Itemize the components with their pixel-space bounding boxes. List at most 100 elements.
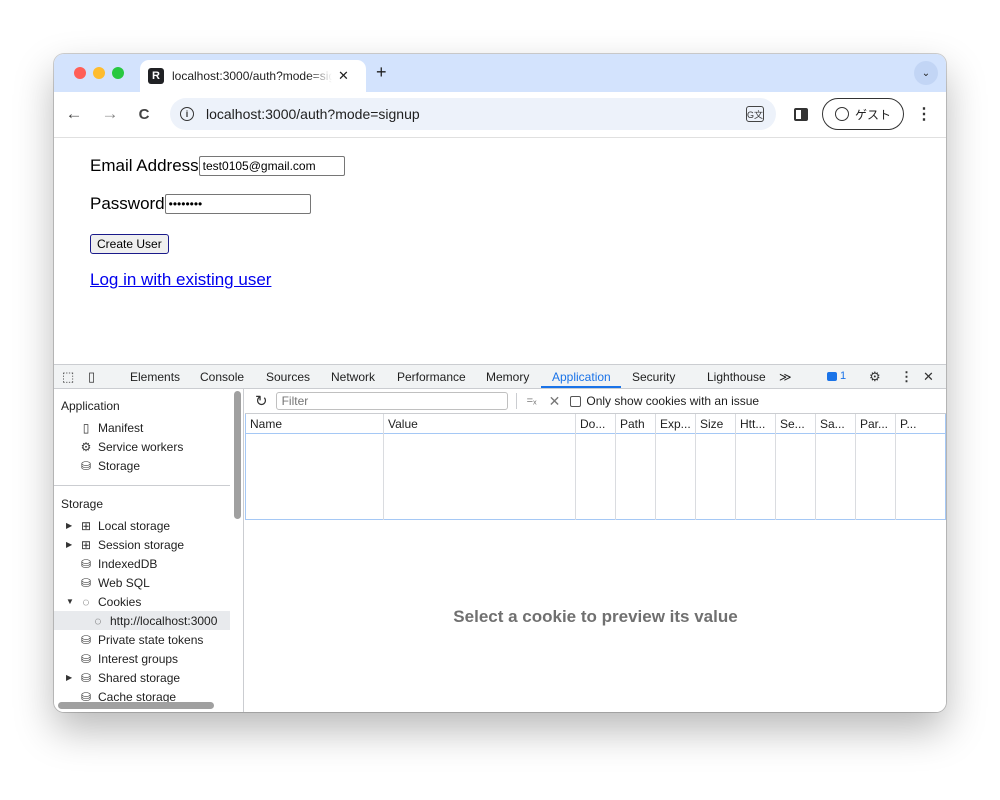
tab-application[interactable]: Application <box>552 370 611 384</box>
settings-gear-icon[interactable]: ⚙ <box>869 369 881 385</box>
only-issues-checkbox[interactable] <box>570 395 582 407</box>
tab-sources[interactable]: Sources <box>266 370 310 384</box>
column-size: Size <box>696 414 736 520</box>
reload-button[interactable]: C <box>132 102 156 126</box>
cookie-icon: ◌ <box>82 594 90 609</box>
column-value: Value <box>384 414 576 520</box>
tab-console[interactable]: Console <box>200 370 244 384</box>
sidebar-item-label: Storage <box>98 458 141 473</box>
column-header[interactable]: Path <box>616 414 655 434</box>
more-tabs-icon[interactable]: ≫ <box>779 370 792 384</box>
database-icon: ⛁ <box>80 556 92 571</box>
expand-arrow-icon[interactable]: ▶ <box>66 540 78 549</box>
clear-all-cookies-icon[interactable]: ✕ <box>549 393 561 410</box>
sidebar-item-storage[interactable]: ⛁ Storage <box>66 456 241 475</box>
url-text[interactable]: localhost:3000/auth?mode=signup <box>206 106 420 122</box>
sidebar-item-interest-groups[interactable]: ⛁ Interest groups <box>66 649 241 668</box>
tab-performance[interactable]: Performance <box>397 370 466 384</box>
new-tab-button[interactable]: + <box>376 62 387 83</box>
sidebar-item-service-workers[interactable]: ⚙ Service workers <box>66 437 241 456</box>
column-header[interactable]: Htt... <box>736 414 775 434</box>
issues-icon <box>827 371 837 381</box>
browser-menu-icon[interactable]: ⋮ <box>916 104 932 124</box>
back-button[interactable]: ← <box>62 102 86 126</box>
close-window-button[interactable] <box>74 67 86 79</box>
expand-arrow-icon[interactable]: ▶ <box>66 521 78 530</box>
column-header[interactable]: P... <box>896 414 945 434</box>
close-devtools-icon[interactable]: ✕ <box>923 369 934 385</box>
sidebar-item-cookies[interactable]: ▼ ◌ Cookies <box>66 592 241 611</box>
column-header[interactable]: Sa... <box>816 414 855 434</box>
column-header[interactable]: Exp... <box>656 414 695 434</box>
table-icon: ⊞ <box>80 518 92 533</box>
zoom-window-button[interactable] <box>112 67 124 79</box>
column-header[interactable]: Name <box>246 414 383 434</box>
tab-lighthouse[interactable]: Lighthouse <box>707 370 766 384</box>
sidebar-item-shared-storage[interactable]: ▶ ⛁ Shared storage <box>66 668 241 687</box>
cookie-filter-input[interactable] <box>275 392 508 410</box>
tab-title: localhost:3000/auth?mode=signup <box>172 69 332 83</box>
column-header[interactable]: Do... <box>576 414 615 434</box>
profile-icon <box>834 107 849 121</box>
issues-badge[interactable]: 1 <box>827 370 846 382</box>
sidebar-item-session-storage[interactable]: ▶ ⊞ Session storage <box>66 535 241 554</box>
database-icon: ⛁ <box>80 632 92 647</box>
column-expires: Exp... <box>656 414 696 520</box>
device-toolbar-icon[interactable]: ▯ <box>88 369 95 385</box>
sidebar-item-label: Local storage <box>98 518 171 533</box>
login-existing-user-link[interactable]: Log in with existing user <box>90 270 271 290</box>
tab-network[interactable]: Network <box>331 370 375 384</box>
profile-button[interactable]: ゲスト <box>822 98 904 130</box>
column-header[interactable]: Size <box>696 414 735 434</box>
tab-elements[interactable]: Elements <box>130 370 180 384</box>
minimize-window-button[interactable] <box>93 67 105 79</box>
email-label: Email Address <box>90 156 199 175</box>
email-row: Email Address <box>90 156 345 176</box>
sidebar-item-manifest[interactable]: ▯ Manifest <box>66 418 241 437</box>
password-input[interactable] <box>164 194 311 214</box>
tab-search-button[interactable]: ⌄ <box>914 61 938 85</box>
translate-icon[interactable]: G文 <box>746 106 764 122</box>
sidebar-item-local-storage[interactable]: ▶ ⊞ Local storage <box>66 516 241 535</box>
inspect-element-icon[interactable]: ⬚ <box>62 369 74 385</box>
column-domain: Do... <box>576 414 616 520</box>
sidebar-vertical-scrollbar[interactable] <box>234 391 241 519</box>
sidebar-item-web-sql[interactable]: ⛁ Web SQL <box>66 573 241 592</box>
column-header[interactable]: Par... <box>856 414 895 434</box>
email-input[interactable] <box>198 156 345 176</box>
browser-toolbar: ← → C i localhost:3000/auth?mode=signup … <box>54 92 946 138</box>
sidebar-item-private-state-tokens[interactable]: ⛁ Private state tokens <box>66 630 241 649</box>
table-icon: ⊞ <box>80 537 92 552</box>
issues-count: 1 <box>840 370 847 382</box>
sidebar-item-label: Service workers <box>98 439 184 454</box>
column-header[interactable]: Se... <box>776 414 815 434</box>
column-secure: Se... <box>776 414 816 520</box>
forward-button[interactable]: → <box>98 102 122 126</box>
close-tab-icon[interactable]: ✕ <box>338 68 349 84</box>
sidebar-horizontal-scrollbar[interactable] <box>58 702 214 709</box>
create-user-button[interactable]: Create User <box>90 234 169 254</box>
tab-strip: R localhost:3000/auth?mode=signup ✕ + ⌄ <box>54 54 946 92</box>
tab-memory[interactable]: Memory <box>486 370 529 384</box>
sidebar-item-label: Shared storage <box>98 670 181 685</box>
devtools-tab-bar: ⬚ ▯ Elements Console Sources Network Per… <box>54 365 946 389</box>
clear-filtered-cookies-icon[interactable]: =ₓ <box>527 395 537 407</box>
sidebar-item-indexeddb[interactable]: ⛁ IndexedDB <box>66 554 241 573</box>
tab-security[interactable]: Security <box>632 370 675 384</box>
tab-localhost[interactable]: R localhost:3000/auth?mode=signup ✕ <box>140 60 366 92</box>
sidebar-item-cookie-origin[interactable]: ◌ http://localhost:3000 <box>54 611 230 630</box>
address-bar[interactable]: i localhost:3000/auth?mode=signup G文 <box>170 98 776 130</box>
site-info-icon[interactable]: i <box>180 107 194 121</box>
devtools-menu-icon[interactable]: ⋮ <box>900 369 913 385</box>
refresh-icon[interactable]: ↻ <box>255 392 268 410</box>
column-name: Name <box>246 414 384 520</box>
column-priority: P... <box>896 414 946 520</box>
sidebar-item-label: Web SQL <box>98 575 150 590</box>
collapse-arrow-icon[interactable]: ▼ <box>66 597 78 606</box>
preview-placeholder-text: Select a cookie to preview its value <box>453 606 738 626</box>
database-icon: ⛁ <box>80 575 92 590</box>
column-header[interactable]: Value <box>384 414 575 434</box>
side-panel-icon[interactable] <box>794 108 808 121</box>
expand-arrow-icon[interactable]: ▶ <box>66 673 78 682</box>
database-icon: ⛁ <box>80 651 92 666</box>
